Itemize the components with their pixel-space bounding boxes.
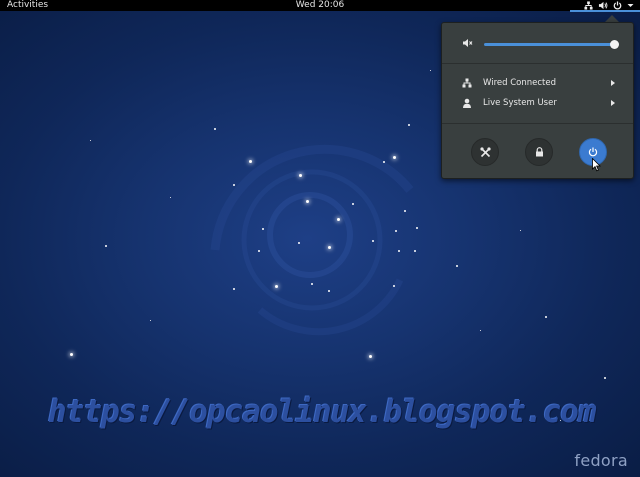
wired-connected-label: Wired Connected bbox=[483, 78, 556, 88]
lock-button[interactable] bbox=[525, 138, 553, 166]
network-wired-icon bbox=[584, 1, 593, 10]
volume-icon bbox=[598, 1, 608, 10]
wired-connected-item[interactable]: Wired Connected bbox=[442, 74, 633, 92]
activities-button[interactable]: Activities bbox=[7, 0, 48, 11]
clock-button[interactable]: Wed 20:06 bbox=[296, 0, 344, 10]
user-icon bbox=[463, 98, 471, 108]
power-icon bbox=[613, 1, 622, 10]
popup-pointer bbox=[605, 15, 619, 22]
network-wired-icon bbox=[462, 78, 472, 88]
menu-arrow-icon bbox=[627, 4, 634, 7]
watermark-url-text: https://opcaolinux.blogspot.com bbox=[48, 394, 597, 430]
mouse-pointer-icon bbox=[592, 158, 601, 172]
user-label: Live System User bbox=[483, 98, 557, 108]
power-icon bbox=[588, 147, 598, 157]
fedora-logo-text: fedora bbox=[574, 451, 628, 470]
submenu-arrow-icon bbox=[611, 80, 615, 86]
clock-container: Wed 20:06 bbox=[0, 0, 640, 11]
status-area-active-indicator bbox=[570, 10, 640, 12]
user-item[interactable]: Live System User bbox=[442, 94, 633, 112]
speaker-muted-icon bbox=[463, 39, 473, 47]
settings-tools-icon bbox=[479, 146, 491, 157]
top-bar: Activities Wed 20:06 bbox=[0, 0, 640, 12]
volume-row bbox=[442, 37, 633, 51]
volume-slider-handle[interactable] bbox=[610, 40, 619, 49]
menu-separator bbox=[442, 63, 633, 64]
volume-slider-fill bbox=[484, 43, 614, 46]
submenu-arrow-icon bbox=[611, 100, 615, 106]
volume-slider[interactable] bbox=[484, 40, 619, 49]
system-menu-popup: Wired Connected Live System User bbox=[441, 22, 634, 179]
lock-icon bbox=[535, 147, 543, 157]
menu-separator bbox=[442, 123, 633, 124]
settings-button[interactable] bbox=[471, 138, 499, 166]
